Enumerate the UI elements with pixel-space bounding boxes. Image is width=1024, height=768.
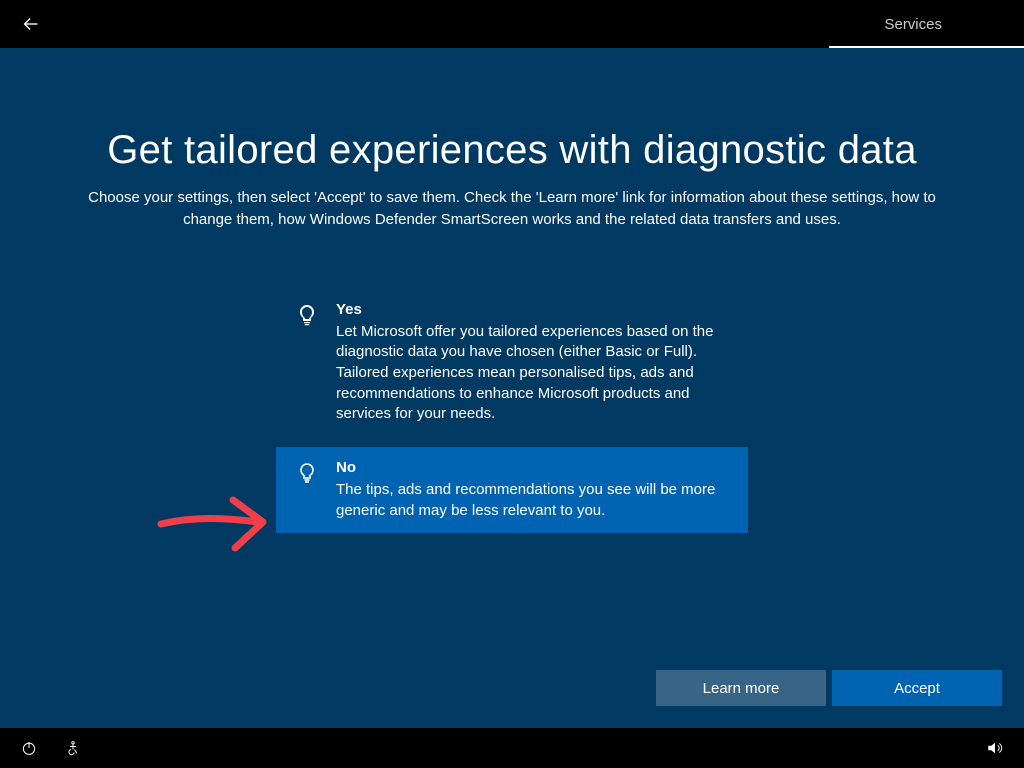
option-no-title: No bbox=[336, 459, 726, 476]
power-icon bbox=[20, 739, 38, 757]
arrow-left-icon bbox=[20, 13, 42, 35]
bottom-bar-left bbox=[20, 739, 82, 757]
lightbulb-icon bbox=[292, 459, 322, 521]
option-yes-text: Yes Let Microsoft offer you tailored exp… bbox=[322, 301, 726, 425]
power-button[interactable] bbox=[20, 739, 38, 757]
option-yes-desc: Let Microsoft offer you tailored experie… bbox=[336, 322, 726, 425]
accept-button[interactable]: Accept bbox=[832, 670, 1002, 706]
services-nav-link[interactable]: Services bbox=[884, 16, 1004, 33]
option-yes-title: Yes bbox=[336, 301, 726, 318]
volume-icon bbox=[986, 739, 1004, 757]
page-title: Get tailored experiences with diagnostic… bbox=[0, 128, 1024, 173]
option-no-desc: The tips, ads and recommendations you se… bbox=[336, 480, 726, 521]
main-content: Get tailored experiences with diagnostic… bbox=[0, 48, 1024, 728]
top-bar: Services bbox=[0, 0, 1024, 48]
option-yes[interactable]: Yes Let Microsoft offer you tailored exp… bbox=[276, 289, 748, 437]
accessibility-icon bbox=[64, 739, 82, 757]
volume-button[interactable] bbox=[986, 739, 1004, 757]
bottom-bar bbox=[0, 728, 1024, 768]
learn-more-button[interactable]: Learn more bbox=[656, 670, 826, 706]
option-no[interactable]: No The tips, ads and recommendations you… bbox=[276, 447, 748, 533]
option-no-text: No The tips, ads and recommendations you… bbox=[322, 459, 726, 521]
back-button[interactable] bbox=[20, 13, 42, 35]
lightbulb-icon bbox=[292, 301, 322, 425]
options-group: Yes Let Microsoft offer you tailored exp… bbox=[276, 289, 748, 534]
bottom-bar-right bbox=[986, 739, 1004, 757]
page-subtitle: Choose your settings, then select 'Accep… bbox=[62, 187, 962, 231]
accessibility-button[interactable] bbox=[64, 739, 82, 757]
annotation-arrow bbox=[155, 488, 275, 568]
footer-buttons: Learn more Accept bbox=[656, 670, 1002, 706]
